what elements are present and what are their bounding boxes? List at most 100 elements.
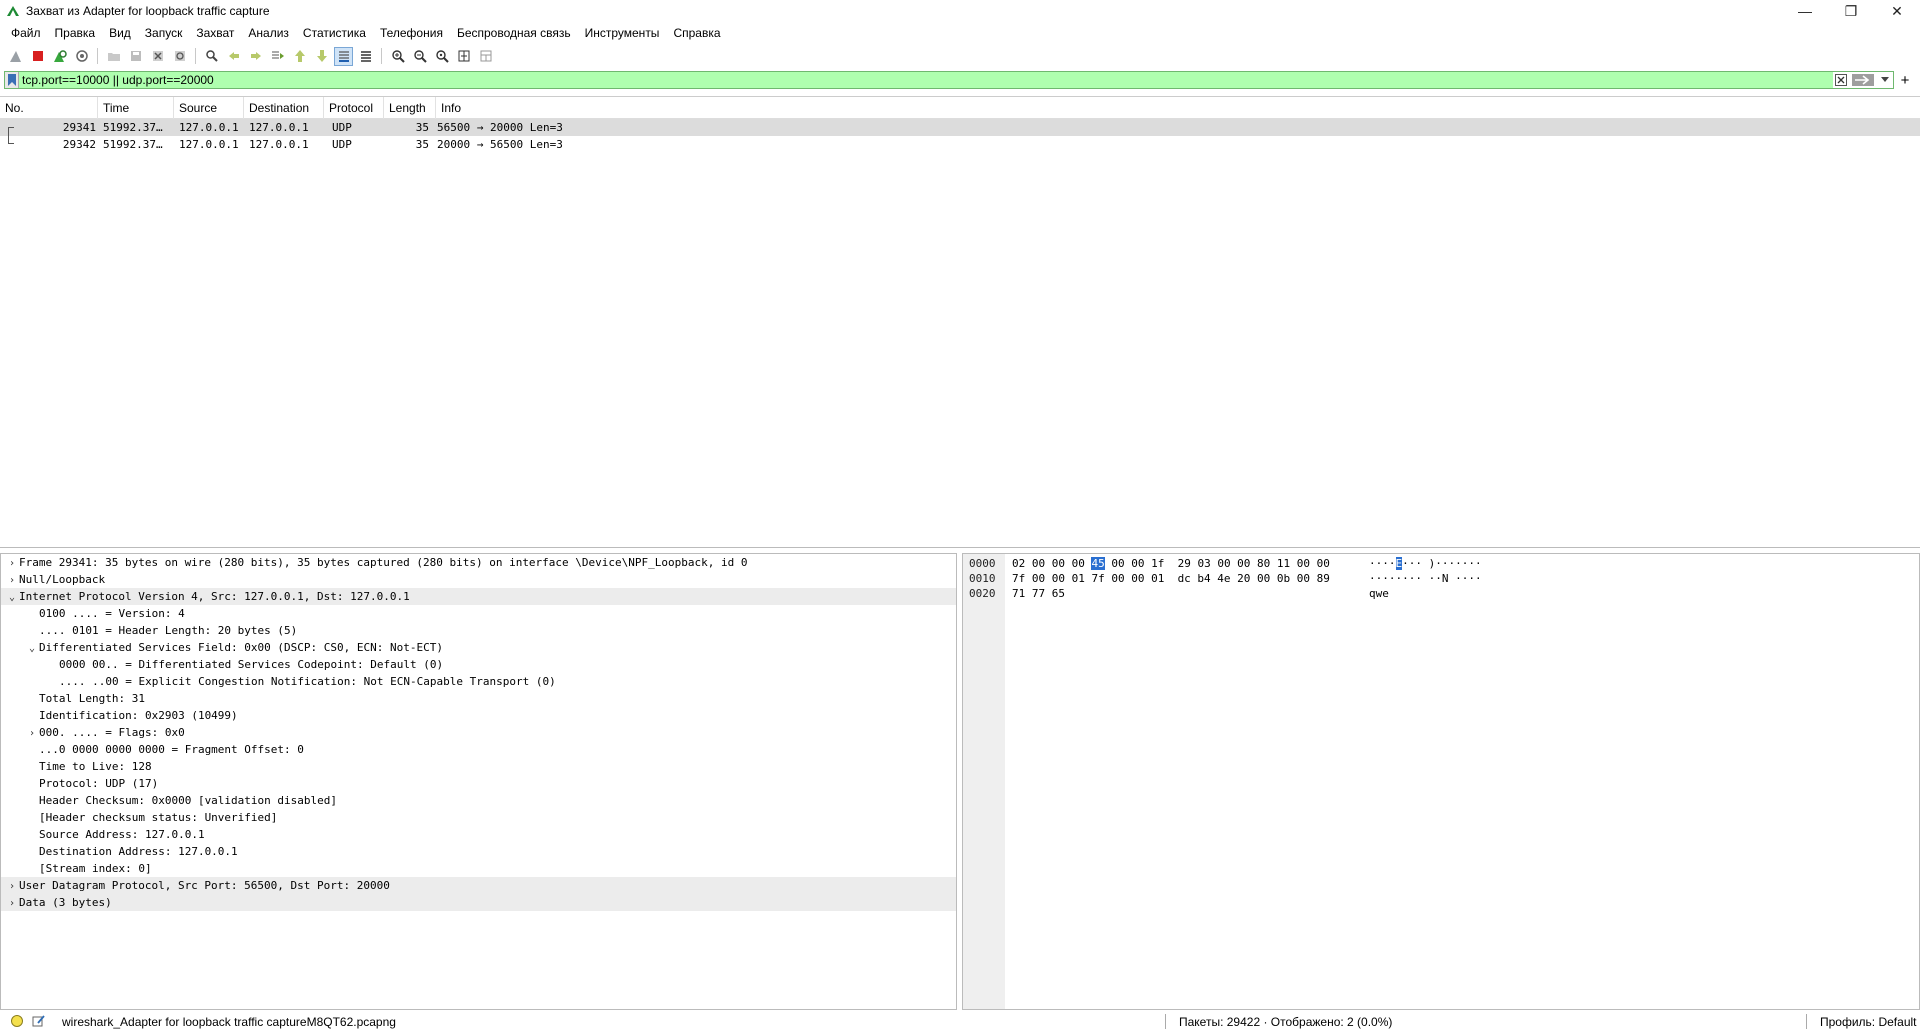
conversation-end-marker [8,136,14,144]
profile-switcher[interactable]: Профиль: Default [1820,1015,1917,1029]
menu-statistics[interactable]: Статистика [296,22,373,44]
resize-columns-icon [458,50,469,62]
reload-file-button[interactable] [170,47,189,66]
autoscroll-icon [338,51,349,62]
expert-info-icon[interactable] [10,1014,24,1028]
chevron-right-icon[interactable]: › [5,572,19,589]
detail-tree-item[interactable]: [Stream index: 0] [1,860,956,877]
packet-protocol: UDP [332,121,352,134]
autoscroll-button[interactable] [334,46,353,66]
colorize-button[interactable] [356,47,375,66]
layout-button[interactable] [476,47,495,66]
zoom-normal-button[interactable] [432,47,451,66]
go-back-button[interactable] [224,47,243,66]
column-header-no[interactable]: No. [0,96,98,119]
zoom-out-button[interactable] [410,47,429,66]
add-filter-button[interactable]: + [1894,72,1916,89]
maximize-button[interactable]: ❐ [1828,0,1874,22]
close-button[interactable]: ✕ [1874,0,1920,22]
save-file-icon [130,51,141,61]
menu-help[interactable]: Справка [666,22,727,44]
chevron-down-icon[interactable]: ⌄ [25,640,39,657]
go-to-packet-button[interactable] [268,47,287,66]
detail-tree-item[interactable]: 0100 .... = Version: 4 [1,605,956,622]
go-forward-button[interactable] [246,47,265,66]
detail-tree-item[interactable]: Time to Live: 128 [1,758,956,775]
detail-tree-item[interactable]: Header Checksum: 0x0000 [validation disa… [1,792,956,809]
hex-bytes[interactable]: 02 00 00 00 45 00 00 1f 29 03 00 00 80 1… [1012,556,1330,571]
ascii-bytes[interactable]: ········ ··N ···· [1369,571,1482,586]
filter-clear-button[interactable] [1833,72,1849,88]
minimize-button[interactable]: — [1782,0,1828,22]
zoom-out-icon [413,50,427,63]
detail-tree-item[interactable]: › User Datagram Protocol, Src Port: 56500… [1,877,956,894]
shark-fin-start-icon [9,51,21,62]
menu-tools[interactable]: Инструменты [578,22,667,44]
menu-file[interactable]: Файл [4,22,48,44]
column-header-protocol[interactable]: Protocol [324,96,384,119]
detail-tree-item[interactable]: Protocol: UDP (17) [1,775,956,792]
minimize-icon: — [1798,3,1812,19]
capture-comment-icon[interactable] [32,1014,46,1028]
ascii-bytes[interactable]: ····E··· )······· [1369,556,1482,571]
packet-row[interactable]: 29341 51992.37… 127.0.0.1 127.0.0.1 UDP … [0,119,1920,136]
chevron-right-icon[interactable]: › [25,725,39,742]
packet-list-header: No. Time Source Destination Protocol Len… [0,96,1920,119]
column-header-destination[interactable]: Destination [244,96,324,119]
detail-tree-item[interactable]: Total Length: 31 [1,690,956,707]
menu-edit[interactable]: Правка [48,22,103,44]
save-file-button[interactable] [126,47,145,66]
detail-tree-item[interactable]: › Null/Loopback [1,571,956,588]
detail-tree-item[interactable]: .... ..00 = Explicit Congestion Notifica… [1,673,956,690]
chevron-right-icon[interactable]: › [5,555,19,572]
resize-columns-button[interactable] [454,47,473,66]
capture-options-button[interactable] [72,47,91,66]
apply-filter-arrow-icon [1852,74,1874,86]
menu-wireless[interactable]: Беспроводная связь [450,22,578,44]
close-file-button[interactable] [148,47,167,66]
packet-source: 127.0.0.1 [179,138,239,151]
column-header-source[interactable]: Source [174,96,244,119]
detail-tree-item[interactable]: .... 0101 = Header Length: 20 bytes (5) [1,622,956,639]
hex-bytes[interactable]: 71 77 65 [1012,586,1065,601]
detail-tree-item[interactable]: › 000. .... = Flags: 0x0 [1,724,956,741]
detail-tree-item[interactable]: 0000 00.. = Differentiated Services Code… [1,656,956,673]
display-filter-input[interactable] [19,72,1833,88]
hex-bytes[interactable]: 7f 00 00 01 7f 00 00 01 dc b4 4e 20 00 0… [1012,571,1330,586]
column-header-info[interactable]: Info [436,97,1920,119]
detail-tree-item[interactable]: [Header checksum status: Unverified] [1,809,956,826]
packet-row[interactable]: 29342 51992.37… 127.0.0.1 127.0.0.1 UDP … [0,136,1920,153]
restart-capture-button[interactable] [50,47,69,66]
menu-view[interactable]: Вид [102,22,138,44]
column-header-time[interactable]: Time [98,96,174,119]
filter-history-dropdown[interactable] [1877,72,1893,88]
zoom-in-button[interactable] [388,47,407,66]
chevron-right-icon[interactable]: › [5,895,19,912]
chevron-right-icon[interactable]: › [5,878,19,895]
column-header-length[interactable]: Length [384,96,436,119]
detail-tree-item[interactable]: ⌄ Internet Protocol Version 4, Src: 127.0… [1,588,956,605]
menu-telephony[interactable]: Телефония [373,22,450,44]
menu-capture[interactable]: Захват [189,22,241,44]
detail-tree-item[interactable]: Source Address: 127.0.0.1 [1,826,956,843]
detail-tree-item[interactable]: › Frame 29341: 35 bytes on wire (280 bits… [1,554,956,571]
detail-tree-item[interactable]: Identification: 0x2903 (10499) [1,707,956,724]
stop-capture-button[interactable] [28,47,47,66]
filter-bookmark-button[interactable] [5,72,19,88]
open-file-button[interactable] [104,47,123,66]
go-first-button[interactable] [290,47,309,66]
chevron-down-icon[interactable]: ⌄ [5,589,19,606]
filter-apply-button[interactable] [1849,72,1877,88]
detail-tree-item[interactable]: ...0 0000 0000 0000 = Fragment Offset: 0 [1,741,956,758]
window-title: Захват из Adapter for loopback traffic c… [26,4,270,18]
find-packet-button[interactable] [202,47,221,66]
ascii-bytes[interactable]: qwe [1369,586,1389,601]
packet-count-status: Пакеты: 29422 · Отображено: 2 (0.0%) [1179,1014,1393,1029]
detail-tree-item[interactable]: › Data (3 bytes) [1,894,956,911]
start-capture-button[interactable] [6,47,25,66]
go-last-button[interactable] [312,47,331,66]
menu-go[interactable]: Запуск [138,22,190,44]
detail-tree-item[interactable]: ⌄ Differentiated Services Field: 0x00 (DS… [1,639,956,656]
detail-tree-item[interactable]: Destination Address: 127.0.0.1 [1,843,956,860]
menu-analyze[interactable]: Анализ [241,22,296,44]
